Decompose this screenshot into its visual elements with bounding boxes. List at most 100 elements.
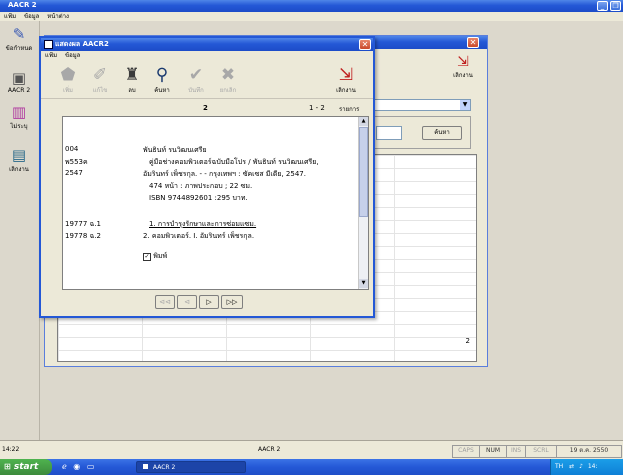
menu-data[interactable]: ข้อมูล [24,13,39,20]
back-window-row-count: 2 [465,337,470,345]
sidebar-item-label: เลิกงาน [9,166,29,173]
exit-door-icon: ⇲ [457,54,469,70]
media-icon[interactable]: ◉ [73,462,80,471]
sidebar-item-exit[interactable]: ▤ เลิกงาน [2,146,36,174]
back-window-search-input[interactable] [376,126,402,140]
sidebar-item-unspecified[interactable]: ▥ ไม่ระบุ [2,103,36,131]
record-navigation: ⊲⊲ ⊲ ▷ ▷▷ [155,295,247,309]
save-button[interactable]: ✔ บันทึก [181,65,211,95]
status-caps: CAPS [452,445,480,458]
scroll-up-arrow-icon[interactable]: ▲ [359,117,368,126]
back-window-close-button[interactable]: ✕ [467,37,479,48]
print-checkbox[interactable]: ✓ พิมพ์ [143,251,167,262]
search-button[interactable]: ⚲ ค้นหา [147,65,177,95]
taskbar: ⊞ start ℯ ◉ ▭ AACR 2 TH ⇄ ♪ 14: [0,459,623,475]
dialog-toolbar: ⬟ เพิ่ม ✐ แก้ไข ♜ ลบ ⚲ ค้นหา ✔ บันทึก ✖ … [41,61,373,99]
windows-logo-icon: ⊞ [4,462,11,471]
pencil-icon: ✎ [12,25,26,43]
app-status-bar: 14:22 AACR 2 CAPS NUM INS SCRL 19 ต.ค. 2… [0,440,623,459]
record-title-line1: คู่มือช่างคอมพิวเตอร์ฉบับมือโปร / พันธิน… [149,158,319,166]
status-scrl: SCRL [525,445,557,458]
record-title-line2: อัมรินทร์ เพ็ชรกุล. - - กรุงเทพฯ : ซัคเซ… [143,170,306,178]
edit-icon: ✐ [92,65,108,85]
network-icon[interactable]: ⇄ [569,463,574,470]
cancel-button[interactable]: ✖ ยกเลิก [213,65,243,95]
record-scrollbar[interactable]: ▲ ▼ [358,117,368,289]
record-author: พันธินท์ รนวิฒนเศรีย [143,146,207,154]
dialog-app-icon [44,40,53,49]
app-title-bar[interactable]: AACR 2 _ ❐ [0,0,623,12]
status-date: 19 ต.ค. 2550 [556,445,622,458]
tag-copy-2: 19778 ฉ.2 [65,232,101,240]
record-subject1: 1. การบำรุงรักษาและการซ่อมแซม. [149,220,257,228]
sidebar-item-label: AACR 2 [7,87,31,94]
books-icon: ▥ [11,103,27,121]
record-range: 1 - 2 [309,104,325,112]
sidebar-item-aacr2[interactable]: ▣ AACR 2 [2,69,36,94]
taskbar-task-aacr2[interactable]: AACR 2 [136,461,246,473]
next-record-button[interactable]: ▷ [199,295,219,309]
status-time: 14:22 [2,446,20,453]
previous-record-button[interactable]: ⊲ [177,295,197,309]
exit-door-icon: ⇲ [338,65,354,85]
record-collation: 474 หน้า : ภาพประกอบ ; 22 ซม. [149,182,253,190]
tag-call-number: พ553ค [65,158,88,166]
dialog-title-bar[interactable]: แสดงผล AACR2 ✕ [41,38,373,51]
dialog-close-button[interactable]: ✕ [359,39,371,50]
record-display[interactable]: 004 พ553ค 2547 พันธินท์ รนวิฒนเศรีย คู่ม… [62,116,369,290]
dialog-menu-file[interactable]: แฟ้ม [45,52,57,59]
record-subject2: 2. คอมพิวเตอร์. I. อัมรินทร์ เพ็ชรกุล. [143,232,255,240]
chevron-down-icon[interactable]: ▼ [460,100,470,110]
last-record-button[interactable]: ▷▷ [221,295,243,309]
record-range-unit: รายการ [339,106,360,113]
tag-copy-1: 19777 ฉ.1 [65,220,101,228]
ie-icon[interactable]: ℯ [62,462,67,471]
dialog-title: แสดงผล AACR2 [55,40,109,48]
task-label: AACR 2 [152,464,176,471]
search-binoculars-icon: ⚲ [155,65,169,85]
printer-icon: ▣ [11,69,27,87]
minimize-button[interactable]: _ [597,1,608,11]
start-button[interactable]: ⊞ start [0,459,52,475]
dialog-menu-bar: แฟ้ม ข้อมูล [41,51,373,61]
menu-window[interactable]: หน้าต่าง [47,13,69,20]
back-window-exit-button[interactable]: ⇲ เลิกงาน [445,54,481,80]
cancel-x-icon: ✖ [220,65,236,85]
quick-launch: ℯ ◉ ▭ [62,461,110,473]
bottle-icon: ♜ [124,65,140,85]
scroll-down-arrow-icon[interactable]: ▼ [359,279,368,288]
clock[interactable]: 14: [588,463,598,470]
tag-author: 004 [65,145,79,153]
desktop-icon[interactable]: ▭ [87,462,95,471]
sidebar-item-label: ข้อกำหนด [5,45,33,52]
exit-icon: ▤ [11,146,27,164]
back-window-search-button[interactable]: ค้นหา [422,126,462,140]
sidebar-item-settings[interactable]: ✎ ข้อกำหนด [2,25,36,53]
app-menu-bar: แฟ้ม ข้อมูล หน้าต่าง [0,12,623,21]
back-window-dropdown[interactable]: ▼ [371,99,471,111]
scroll-thumb[interactable] [359,127,368,217]
status-title: AACR 2 [258,446,281,453]
record-number: 2 [203,104,208,112]
record-isbn: ISBN 9744892601 :295 บาท. [149,194,248,202]
sidebar-item-label: ไม่ระบุ [10,123,28,130]
edit-button[interactable]: ✐ แก้ไข [85,65,115,95]
status-num: NUM [479,445,507,458]
dialog-exit-button[interactable]: ⇲ เลิกงาน [331,65,361,95]
back-window-exit-label: เลิกงาน [453,72,473,79]
language-indicator[interactable]: TH [555,463,563,470]
menu-file[interactable]: แฟ้ม [4,13,16,20]
restore-button[interactable]: ❐ [610,1,621,11]
back-window-search-group: ค้นหา [371,116,471,149]
delete-button[interactable]: ♜ ลบ [117,65,147,95]
dialog-menu-data[interactable]: ข้อมูล [65,52,80,59]
tag-year: 2547 [65,169,83,177]
add-record-icon: ⬟ [60,65,76,85]
print-label: พิมพ์ [153,252,168,260]
first-record-button[interactable]: ⊲⊲ [155,295,175,309]
display-dialog: แสดงผล AACR2 ✕ แฟ้ม ข้อมูล ⬟ เพิ่ม ✐ แก้… [39,36,375,318]
add-button[interactable]: ⬟ เพิ่ม [53,65,83,95]
start-label: start [13,462,39,472]
app-window-icon [143,464,148,469]
volume-icon[interactable]: ♪ [579,463,583,470]
